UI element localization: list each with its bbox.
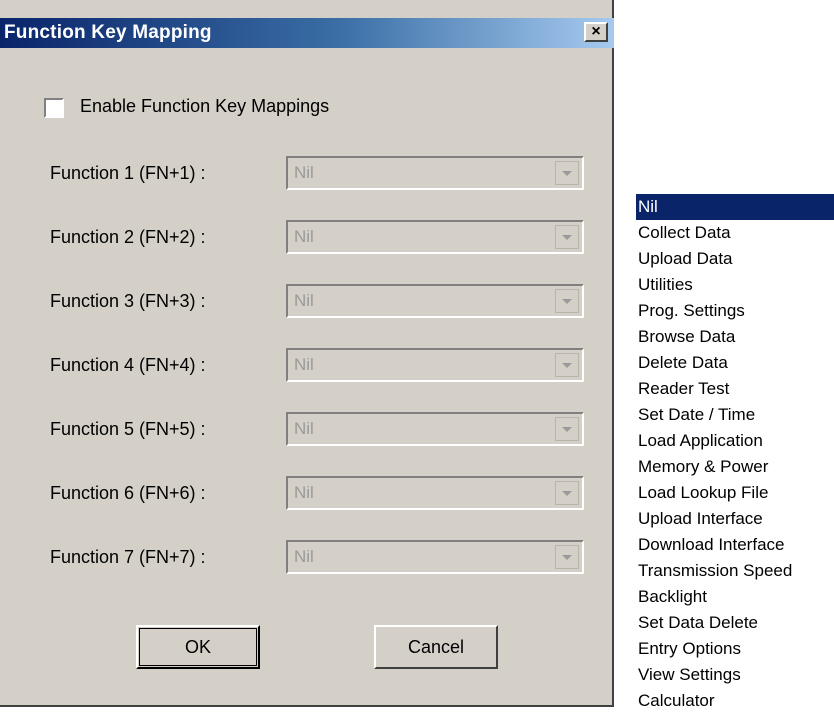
title-bar[interactable]: Function Key Mapping × [0, 18, 614, 48]
option-load-application[interactable]: Load Application [636, 428, 834, 454]
cancel-button[interactable]: Cancel [374, 625, 498, 669]
function-3-value: Nil [294, 291, 314, 310]
option-delete-data[interactable]: Delete Data [636, 350, 834, 376]
enable-mappings-label[interactable]: Enable Function Key Mappings [80, 96, 329, 117]
function-7-label: Function 7 (FN+7) : [50, 547, 206, 567]
function-7-select[interactable]: Nil [286, 540, 584, 574]
option-browse-data[interactable]: Browse Data [636, 324, 834, 350]
option-set-date-time[interactable]: Set Date / Time [636, 402, 834, 428]
function-2-value: Nil [294, 227, 314, 246]
function-7-value: Nil [294, 547, 314, 566]
enable-mappings-checkbox[interactable] [44, 98, 64, 118]
option-view-settings[interactable]: View Settings [636, 662, 834, 688]
option-utilities[interactable]: Utilities [636, 272, 834, 298]
option-load-lookup-file[interactable]: Load Lookup File [636, 480, 834, 506]
chevron-down-icon[interactable] [555, 545, 579, 569]
window-title: Function Key Mapping [4, 22, 212, 43]
option-nil[interactable]: Nil [636, 194, 834, 220]
chevron-down-icon[interactable] [555, 417, 579, 441]
option-upload-interface[interactable]: Upload Interface [636, 506, 834, 532]
function-6-label: Function 6 (FN+6) : [50, 483, 206, 503]
option-calculator[interactable]: Calculator [636, 688, 834, 714]
option-transmission-speed[interactable]: Transmission Speed [636, 558, 834, 584]
function-3-select[interactable]: Nil [286, 284, 584, 318]
option-entry-options[interactable]: Entry Options [636, 636, 834, 662]
chevron-down-icon[interactable] [555, 289, 579, 313]
function-5-label: Function 5 (FN+5) : [50, 419, 206, 439]
function-4-value: Nil [294, 355, 314, 374]
option-upload-data[interactable]: Upload Data [636, 246, 834, 272]
function-5-select[interactable]: Nil [286, 412, 584, 446]
chevron-down-icon[interactable] [555, 353, 579, 377]
close-button[interactable]: × [584, 22, 608, 42]
function-6-value: Nil [294, 483, 314, 502]
close-icon: × [591, 23, 601, 40]
function-4-select[interactable]: Nil [286, 348, 584, 382]
function-1-label: Function 1 (FN+1) : [50, 163, 206, 183]
chevron-down-icon[interactable] [555, 481, 579, 505]
function-5-value: Nil [294, 419, 314, 438]
function-options-list: Nil Collect Data Upload Data Utilities P… [636, 194, 834, 714]
option-collect-data[interactable]: Collect Data [636, 220, 834, 246]
function-2-select[interactable]: Nil [286, 220, 584, 254]
option-download-interface[interactable]: Download Interface [636, 532, 834, 558]
function-key-mapping-dialog: Function Key Mapping × Enable Function K… [0, 0, 614, 707]
option-reader-test[interactable]: Reader Test [636, 376, 834, 402]
function-3-label: Function 3 (FN+3) : [50, 291, 206, 311]
chevron-down-icon[interactable] [555, 225, 579, 249]
function-1-value: Nil [294, 163, 314, 182]
option-set-data-delete[interactable]: Set Data Delete [636, 610, 834, 636]
function-4-label: Function 4 (FN+4) : [50, 355, 206, 375]
option-backlight[interactable]: Backlight [636, 584, 834, 610]
function-2-label: Function 2 (FN+2) : [50, 227, 206, 247]
ok-button[interactable]: OK [136, 625, 260, 669]
option-memory-power[interactable]: Memory & Power [636, 454, 834, 480]
chevron-down-icon[interactable] [555, 161, 579, 185]
function-6-select[interactable]: Nil [286, 476, 584, 510]
function-1-select[interactable]: Nil [286, 156, 584, 190]
option-prog-settings[interactable]: Prog. Settings [636, 298, 834, 324]
